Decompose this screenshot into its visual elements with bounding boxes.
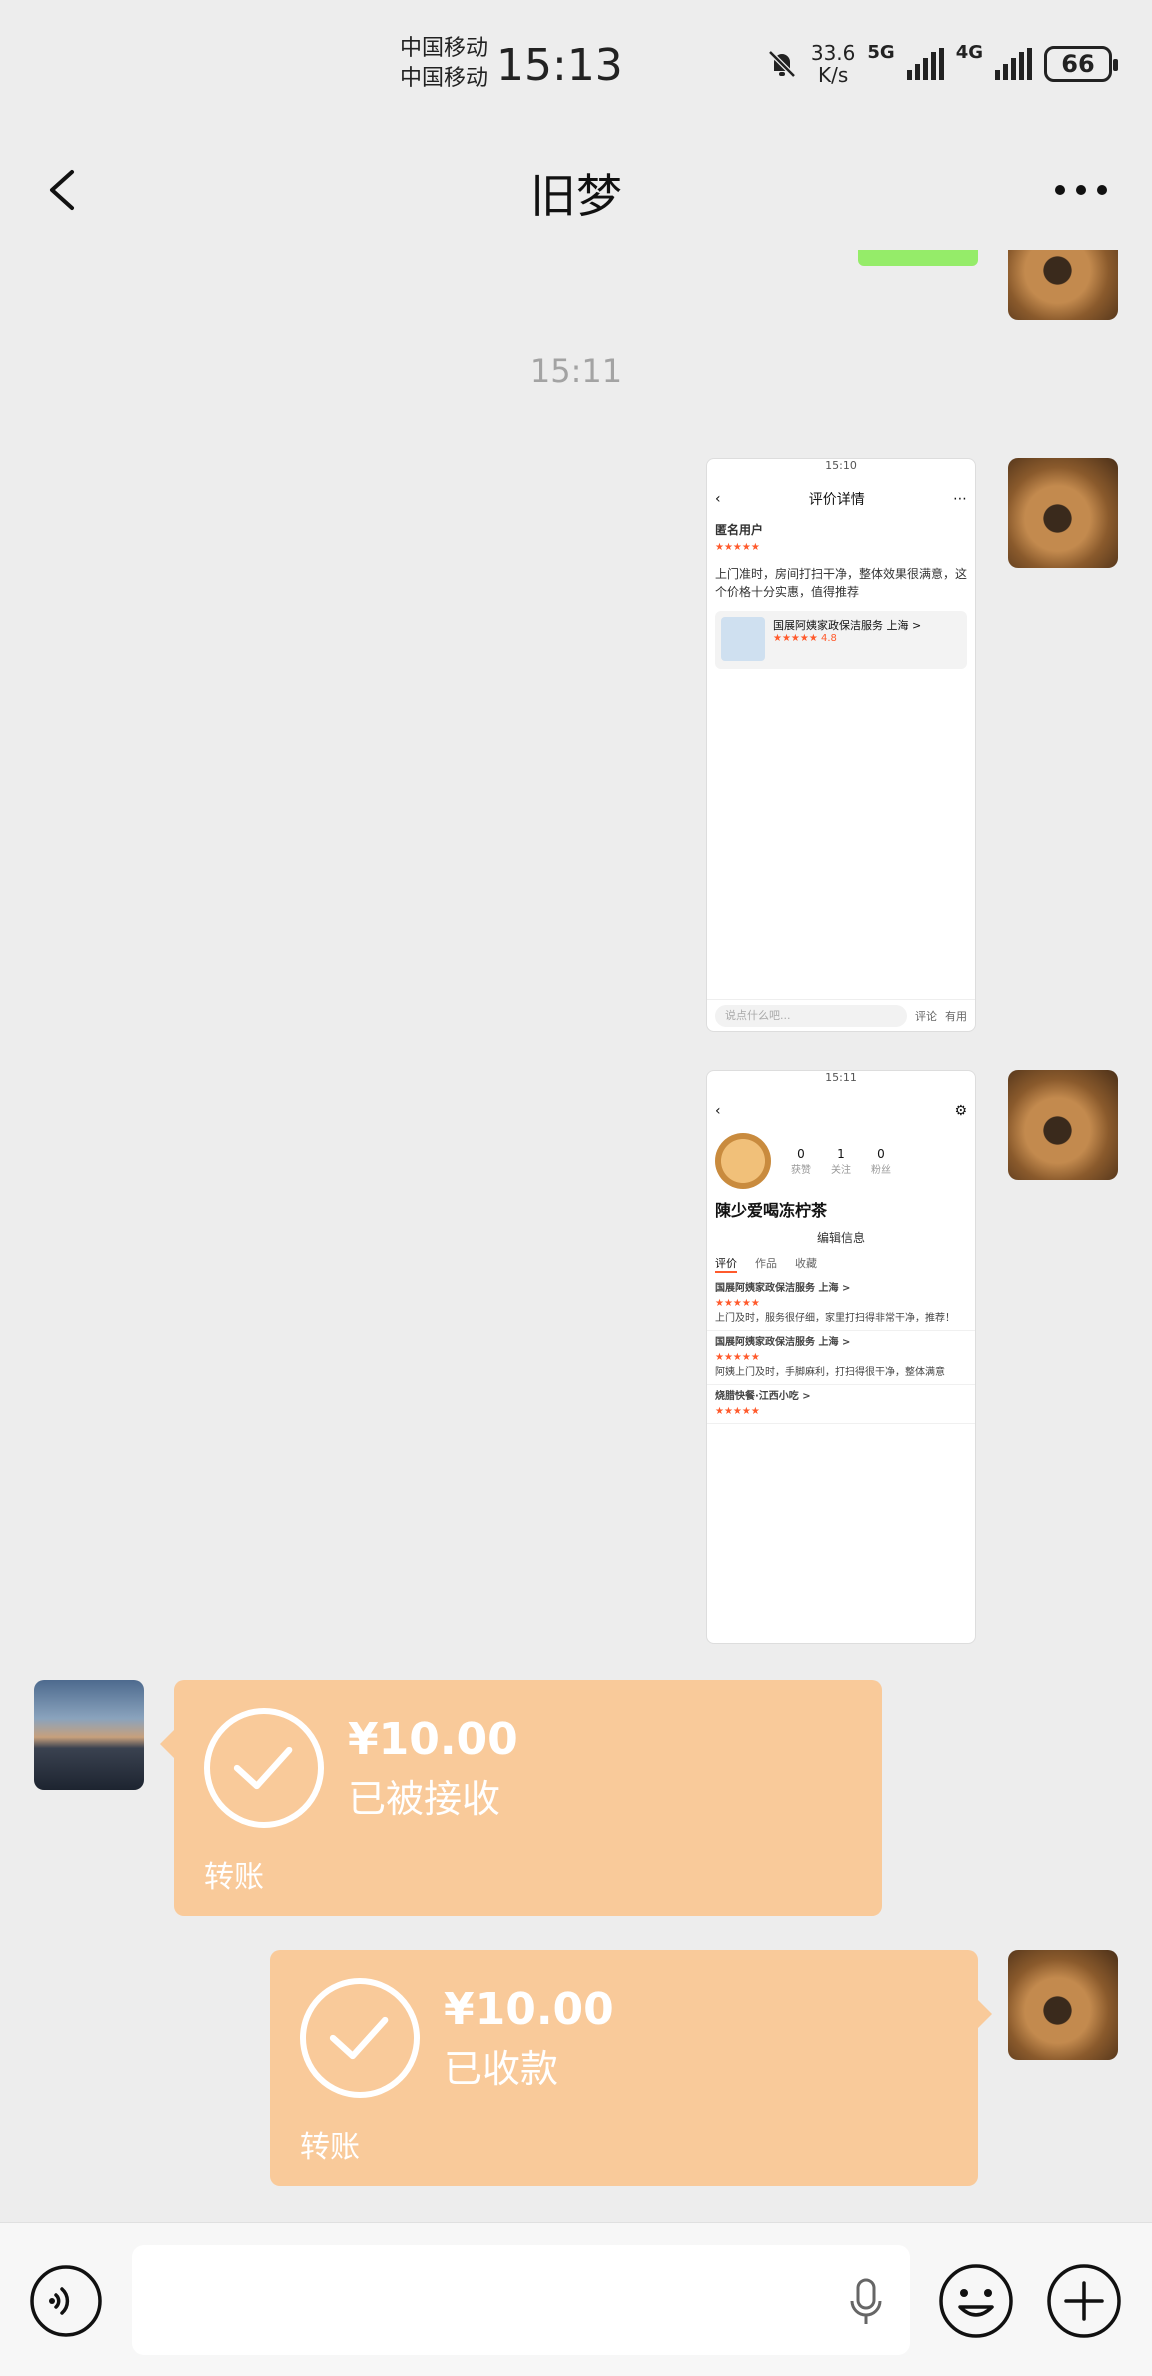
screenshot-tabs: 评价 作品 收藏: [707, 1251, 975, 1277]
microphone-icon[interactable]: [844, 2277, 888, 2327]
carrier-2: 中国移动: [400, 66, 489, 91]
voice-input-icon[interactable]: [28, 2263, 104, 2339]
previous-message-bubble[interactable]: [858, 250, 978, 266]
check-circle-icon: [204, 1708, 324, 1828]
chat-header: 旧梦: [0, 130, 1152, 250]
screenshot-bottom-bar: 说点什么吧... 评论 有用: [707, 999, 975, 1031]
status-time: 15:13: [496, 40, 623, 91]
input-bar: [0, 2222, 1152, 2376]
screenshot-title: 评价详情: [808, 492, 865, 508]
signal-5g-label: 5G: [867, 42, 895, 63]
signal-5g-icon: [906, 48, 944, 80]
screenshot-status-time: 15:10: [825, 459, 857, 472]
my-avatar[interactable]: [1008, 250, 1118, 320]
transfer-label: 转账: [300, 2130, 360, 2165]
screenshot-review-item: 国展阿姨家政保洁服务 上海 > ★★★★★ 上门及时，服务很仔细，家里打扫得非常…: [707, 1277, 975, 1331]
transfer-amount: ¥10.00: [348, 1714, 518, 1765]
my-avatar[interactable]: [1008, 458, 1118, 568]
contact-avatar[interactable]: [34, 1680, 144, 1790]
my-avatar[interactable]: [1008, 1950, 1118, 2060]
screenshot-stars: ★★★★★: [715, 542, 760, 553]
status-icons: 33.6 K/s 5G 4G 66: [765, 41, 1118, 87]
screenshot-nav: ‹ 评价详情 ⋯: [707, 481, 975, 517]
signal-4g-label: 4G: [955, 42, 983, 63]
screenshot-cat-avatar: [715, 1133, 771, 1189]
more-options-icon[interactable]: [1046, 160, 1116, 220]
screenshot-back-icon: ‹: [715, 1103, 721, 1119]
transfer-status: 已收款: [444, 2047, 559, 2091]
signal-4g-icon: [995, 48, 1032, 80]
battery-icon: 66: [1044, 46, 1118, 82]
screenshot-profile-row: 0 获赞 1 关注 0 粉丝: [707, 1129, 975, 1193]
plus-icon[interactable]: [1044, 2261, 1124, 2341]
screenshot-user-row: 匿名用户 ★★★★★: [707, 517, 975, 561]
mute-bell-icon: [768, 50, 796, 78]
screenshot-nav: ‹ ⚙: [707, 1093, 975, 1129]
image-message-profile[interactable]: 15:11 ‹ ⚙ 0 获赞 1 关注 0 粉丝 陳少爱喝冻柠茶 编辑信息 评价 作品…: [706, 1070, 976, 1644]
transfer-label: 转账: [204, 1860, 264, 1895]
transfer-message-received[interactable]: ¥10.00 已被接收 转账: [160, 1680, 882, 1916]
check-circle-icon: [300, 1978, 420, 2098]
my-avatar[interactable]: [1008, 1070, 1118, 1180]
screenshot-shop-card: 国展阿姨家政保洁服务 上海 > ★★★★★ 4.8: [715, 611, 967, 669]
screenshot-share-icon: ⋯: [953, 491, 967, 507]
carrier-1: 中国移动: [400, 36, 489, 61]
screenshot-review-item: 烧腊快餐·江西小吃 > ★★★★★: [707, 1385, 975, 1424]
image-message-review[interactable]: 15:10 ‹ 评价详情 ⋯ 匿名用户 ★★★★★ 上门准时，房间打扫干净，整体…: [706, 458, 976, 1032]
screenshot-edit-info: 编辑信息: [816, 1231, 865, 1245]
chat-title: 旧梦: [530, 169, 622, 223]
emoji-icon[interactable]: [936, 2261, 1016, 2341]
message-list[interactable]: 15:11 15:10 ‹ 评价详情 ⋯ 匿名用户 ★★★★★ 上门准时，房间打…: [0, 250, 1152, 2222]
message-input[interactable]: [132, 2245, 910, 2355]
transfer-message-collected[interactable]: ¥10.00 已收款 转账: [270, 1950, 992, 2186]
net-speed: 33.6 K/s: [810, 41, 856, 87]
message-timestamp: 15:11: [529, 352, 623, 390]
status-bar: 中国移动 中国移动 15:13 33.6 K/s 5G 4G 66: [0, 0, 1152, 130]
carrier-info: 中国移动 中国移动: [400, 34, 488, 94]
screenshot-status-time: 15:11: [825, 1071, 857, 1084]
transfer-amount: ¥10.00: [444, 1984, 614, 2035]
transfer-status: 已被接收: [348, 1777, 501, 1821]
screenshot-review-body: 上门准时，房间打扫干净，整体效果很满意，这个价格十分实惠，值得推荐: [715, 567, 968, 599]
screenshot-review-item: 国展阿姨家政保洁服务 上海 > ★★★★★ 阿姨上门及时，手脚麻利，打扫得很干净…: [707, 1331, 975, 1385]
screenshot-settings-icon: ⚙: [954, 1103, 967, 1119]
screenshot-profile-name: 陳少爱喝冻柠茶: [715, 1201, 828, 1220]
screenshot-shop-thumb: [721, 617, 765, 661]
